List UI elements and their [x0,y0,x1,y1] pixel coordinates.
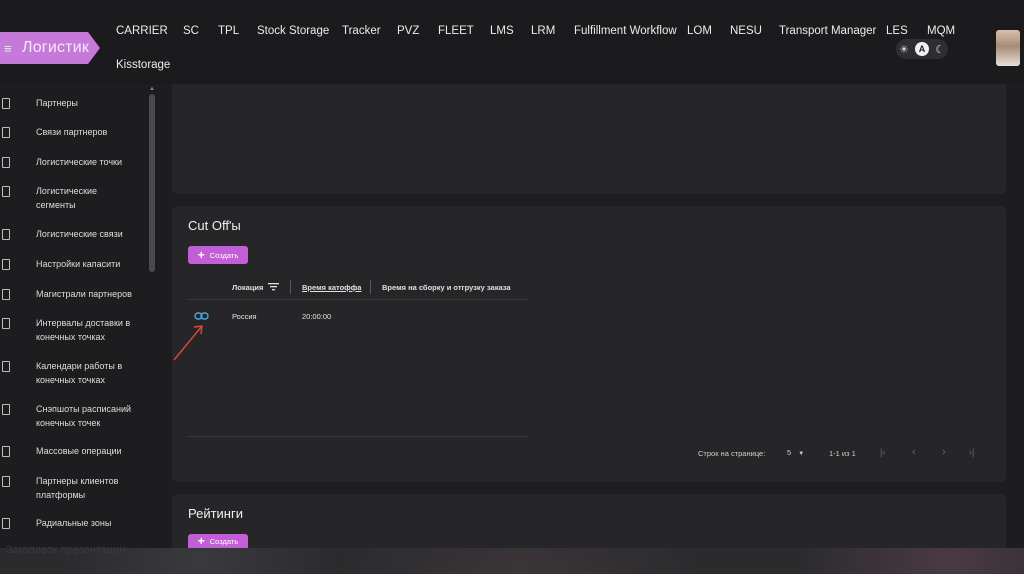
column-header-prep-time[interactable]: Время на сборку и отгрузку заказа [382,283,511,292]
column-label: Локация [232,283,264,292]
scrollbar-thumb[interactable] [149,94,155,272]
sidebar-item-label: Интервалы доставки в конечных точках [36,318,131,342]
nav-tpl[interactable]: TPL [218,25,239,37]
rows-per-page-label: Строк на странице: [698,449,766,458]
nav-les[interactable]: LES [886,25,908,37]
page-icon [2,186,10,197]
sidebar-item-label: Календари работы в конечных точках [36,361,123,385]
rows-per-page-value: 5 [787,448,792,457]
first-page-icon[interactable]: |‹ [880,447,885,457]
logo[interactable]: ≡ Логистик [0,32,100,64]
menu-icon[interactable]: ≡ [4,41,18,56]
page-icon [2,229,10,240]
column-divider[interactable] [370,280,371,294]
pagination-range: 1-1 из 1 [829,449,856,458]
cell-cutoff-time: 20:00:00 [302,312,332,321]
scroll-up-icon[interactable]: ▲ [149,86,155,92]
plus-icon: + [197,248,205,262]
previous-section-card [172,84,1006,194]
cutoffs-card [172,206,1006,482]
page-icon [2,259,10,270]
sidebar-item-label: Партнеры клиентов платформы [36,476,119,500]
ratings-card [172,494,1006,548]
nav-lom[interactable]: LOM [687,25,712,37]
sidebar-item-label: Радиальные зоны [36,518,112,528]
prev-page-icon[interactable]: ‹ [912,446,916,458]
page-icon [2,98,10,109]
plus-icon: + [197,534,205,548]
auto-theme-icon[interactable]: A [914,42,929,56]
sidebar-scrollbar[interactable]: ▲ [148,84,156,548]
moon-icon[interactable]: ☾ [935,43,945,56]
create-button-label: Создать [209,536,239,546]
sun-icon[interactable]: ☀ [899,43,909,56]
sidebar-item-label: Снэпшоты расписаний конечных точек [36,404,131,428]
sidebar-item-label: Настройки капасити [36,259,121,269]
nav-lms[interactable]: LMS [490,25,514,37]
chevron-down-icon: ▼ [798,451,805,457]
header-divider [188,299,528,300]
avatar[interactable] [996,30,1020,66]
nav-sc[interactable]: SC [183,25,199,37]
column-divider[interactable] [290,280,291,294]
nav-stock-storage[interactable]: Stock Storage [257,25,329,37]
page-icon [2,318,10,329]
sidebar-item-label: Магистрали партнеров [36,289,132,299]
app-window: ≡ Логистик CARRIER SC TPL Stock Storage … [0,0,1024,548]
filter-icon[interactable] [268,282,279,291]
page-icon [2,404,10,415]
nav-pvz[interactable]: PVZ [397,25,419,37]
presentation-footer: Заголовок презентации [6,544,126,556]
sidebar-item-label: Логистические связи [36,229,123,239]
page-icon [2,446,10,457]
ratings-title: Рейтинги [188,506,243,521]
column-header-location[interactable]: Локация [232,283,263,292]
nav-fleet[interactable]: FLEET [438,25,474,37]
page-icon [2,476,10,487]
sidebar-item-label: Логистические сегменты [36,186,98,210]
last-page-icon[interactable]: ›| [969,447,974,457]
cell-location: Россия [232,312,257,321]
column-header-cutoff-time[interactable]: Время катоффа [302,283,361,292]
create-button-label: Создать [209,250,239,260]
create-cutoff-button[interactable]: + Создать [188,246,248,264]
sidebar-item-label: Логистические точки [36,157,123,167]
nav-carrier[interactable]: CARRIER [116,25,168,37]
theme-switcher[interactable]: ☀ A ☾ [896,39,948,59]
nav-fulfillment-workflow[interactable]: Fulfillment Workflow [574,25,677,37]
nav-transport-manager[interactable]: Transport Manager [779,25,876,37]
nav-mqm[interactable]: MQM [927,25,955,37]
sidebar: Партнеры Связи партнеров Логистические т… [0,84,158,548]
nav-lrm[interactable]: LRM [531,25,555,37]
nav-kisstorage[interactable]: Kisstorage [116,59,170,71]
annotation-arrow-icon [173,325,203,361]
create-rating-button[interactable]: + Создать [188,534,248,548]
next-page-icon[interactable]: › [942,446,946,458]
page-icon [2,289,10,300]
nav-tracker[interactable]: Tracker [342,25,381,37]
nav-nesu[interactable]: NESU [730,25,762,37]
table-bottom-divider [188,436,528,437]
cutoffs-title: Cut Off'ы [188,218,241,233]
sidebar-item-label: Массовые операции [36,446,122,456]
sidebar-item-label: Партнеры [36,98,78,108]
sidebar-item-label: Связи партнеров [36,127,108,137]
top-header: ≡ Логистик CARRIER SC TPL Stock Storage … [0,0,1024,84]
page-icon [2,361,10,372]
logo-text: Логистик [22,39,90,56]
page-icon [2,127,10,138]
page-icon [2,518,10,529]
page-icon [2,157,10,168]
rows-per-page-select[interactable]: 5 ▼ [787,448,804,457]
